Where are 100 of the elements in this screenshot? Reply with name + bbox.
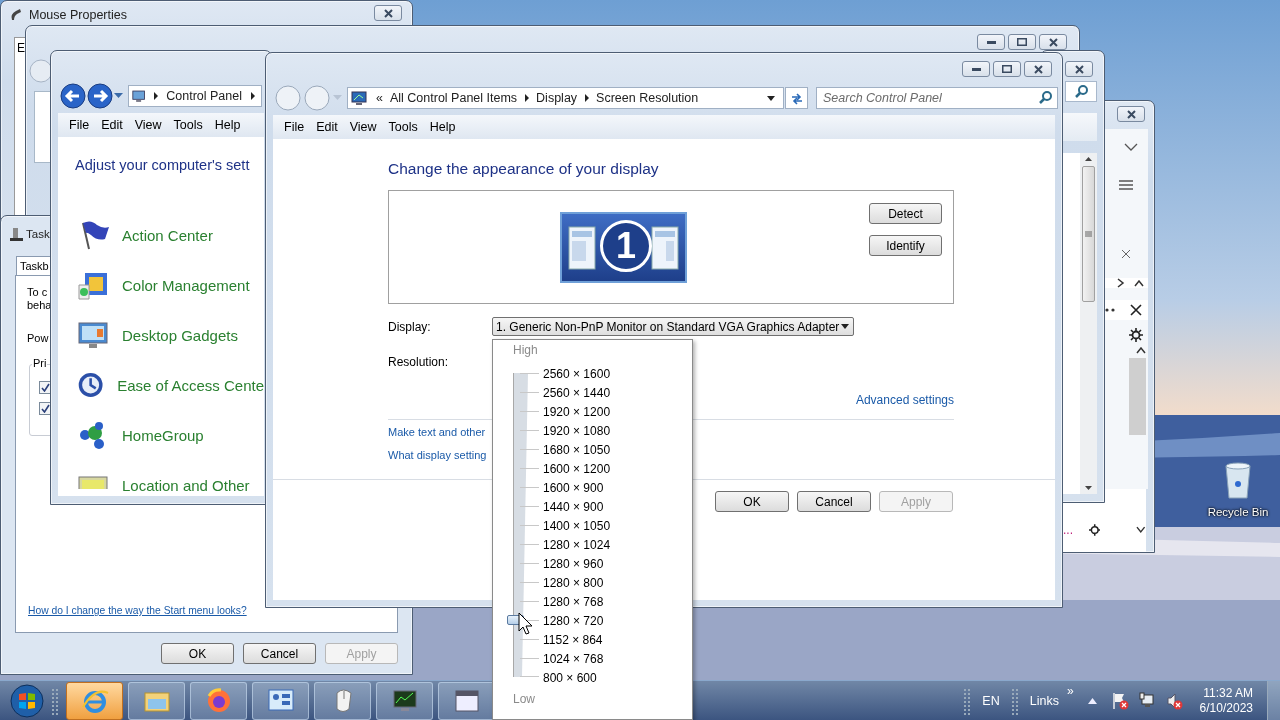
dialog-button[interactable]: Detect (869, 203, 942, 224)
caret-up-icon[interactable] (1135, 347, 1146, 354)
address-bar[interactable]: Control Panel (128, 85, 262, 107)
breadcrumb-arrow-icon[interactable] (153, 92, 159, 100)
menu-item[interactable]: View (346, 120, 386, 134)
network-icon[interactable] (1138, 691, 1156, 710)
breadcrumb-arrow-icon[interactable] (584, 94, 590, 102)
dialog-button[interactable]: Identify (869, 235, 942, 256)
close-icon[interactable] (1130, 304, 1142, 316)
resolution-option[interactable]: 1400 × 1050 (543, 518, 611, 533)
menu-item[interactable]: View (131, 118, 171, 132)
resolution-option[interactable]: 1280 × 720 (543, 613, 604, 628)
maximize-button[interactable] (1008, 34, 1036, 50)
history-dropdown-icon[interactable] (114, 93, 123, 99)
maximize-button[interactable] (993, 61, 1021, 77)
flag-icon[interactable] (1111, 691, 1129, 710)
breadcrumb[interactable]: Screen Resolution (596, 91, 699, 105)
recycle-bin-label[interactable]: Recycle Bin (1207, 506, 1269, 518)
breadcrumb-arrow-icon[interactable] (524, 94, 530, 102)
display-dropdown[interactable]: 1. Generic Non-PnP Monitor on Standard VGA Graphics Adapter (492, 317, 854, 336)
recycle-bin-icon[interactable] (1223, 460, 1253, 500)
menu-item[interactable]: Help (211, 118, 250, 132)
dialog-button[interactable]: Cancel (797, 491, 871, 512)
chevron-right-icon[interactable] (1117, 278, 1125, 288)
clock[interactable]: 11:32 AM 6/10/2023 (1189, 685, 1263, 716)
chevron-down-icon[interactable] (1123, 143, 1138, 151)
speaker-icon[interactable] (1165, 691, 1183, 710)
close-button[interactable] (374, 5, 402, 21)
settings-icon[interactable] (1128, 328, 1143, 342)
dialog-button[interactable]: Cancel (243, 643, 316, 664)
control-panel-link[interactable]: Location and Other (122, 476, 250, 494)
control-panel-link[interactable]: Desktop Gadgets (122, 326, 238, 344)
search-button[interactable] (1065, 81, 1097, 102)
resolution-option[interactable]: 1280 × 960 (543, 556, 604, 571)
resolution-option[interactable]: 2560 × 1600 (543, 366, 611, 381)
breadcrumb[interactable]: All Control Panel Items (389, 91, 518, 105)
start-button-icon[interactable] (10, 683, 44, 718)
menu-item[interactable]: File (281, 120, 314, 134)
advanced-settings-link[interactable]: Advanced settings (855, 393, 954, 407)
breadcrumb[interactable]: Control Panel (166, 89, 242, 103)
resolution-option[interactable]: 1280 × 800 (543, 575, 604, 590)
address-bar[interactable]: « All Control Panel Items Display Screen Resolution (347, 87, 784, 109)
search-field[interactable]: Search Control Panel (816, 87, 1058, 109)
control-panel-link[interactable]: Action Center (122, 226, 213, 244)
help-link[interactable]: How do I change the way the Start menu looks? (28, 605, 247, 616)
scrollbar[interactable] (1080, 153, 1097, 494)
resolution-option[interactable]: 2560 × 1440 (543, 385, 611, 400)
menu-item[interactable]: Tools (170, 118, 212, 132)
menu-item[interactable]: File (66, 118, 99, 132)
back-icon[interactable] (60, 83, 86, 109)
scroll-up-icon[interactable] (1085, 157, 1092, 161)
help-link[interactable]: What display setting (388, 449, 487, 461)
minimize-button[interactable] (962, 61, 990, 77)
scrollbar-thumb[interactable] (1082, 166, 1095, 302)
menu-item[interactable]: Tools (385, 120, 427, 134)
minimize-button[interactable] (977, 34, 1005, 50)
search-icon[interactable] (1039, 91, 1052, 104)
tab[interactable]: Taskb (16, 256, 53, 275)
forward-icon[interactable] (87, 83, 113, 109)
breadcrumb-overflow[interactable]: « (376, 91, 383, 105)
dropdown-arrow-icon[interactable] (767, 95, 775, 101)
close-button[interactable] (1065, 61, 1093, 77)
resolution-option[interactable]: 1440 × 900 (543, 499, 604, 514)
menu-item[interactable]: Edit (98, 118, 132, 132)
language-indicator[interactable]: EN (974, 693, 1008, 708)
close-button[interactable] (1024, 61, 1052, 77)
resolution-option[interactable]: 1600 × 1200 (543, 461, 611, 476)
close-button[interactable] (1039, 34, 1067, 50)
back-button-icon[interactable] (29, 59, 53, 83)
menu-item[interactable]: Edit (313, 120, 347, 134)
show-hidden-icons[interactable] (1087, 697, 1097, 704)
resolution-option[interactable]: 1600 × 900 (543, 480, 604, 495)
menu-item[interactable]: Help (426, 120, 465, 134)
close-button[interactable] (1117, 106, 1145, 122)
dialog-button[interactable]: OK (715, 491, 789, 512)
dialog-button[interactable]: OK (161, 643, 234, 664)
monitor-drawing[interactable]: 1 (560, 212, 687, 283)
more-icon[interactable] (1105, 308, 1115, 312)
caret-up-icon[interactable] (1134, 279, 1144, 287)
menu-icon[interactable] (1118, 180, 1133, 190)
resolution-option[interactable]: 1280 × 768 (543, 594, 604, 609)
scrollbar-thumb[interactable] (1129, 358, 1146, 435)
toolbar-label[interactable]: Links (1021, 693, 1067, 708)
monitor-icon[interactable] (77, 319, 109, 351)
control-panel-link[interactable]: HomeGroup (122, 426, 204, 444)
refresh-button[interactable] (785, 87, 808, 109)
breadcrumb[interactable]: Display (536, 91, 578, 105)
control-panel-link[interactable]: Ease of Access Cente (117, 376, 264, 394)
settings-icon[interactable] (1089, 523, 1101, 536)
help-link[interactable]: Make text and other (388, 426, 486, 438)
resolution-option[interactable]: 1280 × 1024 (543, 537, 611, 552)
resolution-option[interactable]: 1920 × 1200 (543, 404, 611, 419)
resolution-option[interactable]: 1024 × 768 (543, 651, 604, 666)
caret-down-icon[interactable] (1136, 526, 1146, 533)
resolution-option[interactable]: 1920 × 1080 (543, 423, 611, 438)
resolution-option[interactable]: 1152 × 864 (543, 632, 603, 647)
control-panel-link[interactable]: Color Management (122, 276, 250, 294)
breadcrumb-arrow-icon[interactable] (250, 92, 255, 100)
toolbar-chevron[interactable]: » (1066, 684, 1074, 698)
resolution-option[interactable]: 1680 × 1050 (543, 442, 611, 457)
